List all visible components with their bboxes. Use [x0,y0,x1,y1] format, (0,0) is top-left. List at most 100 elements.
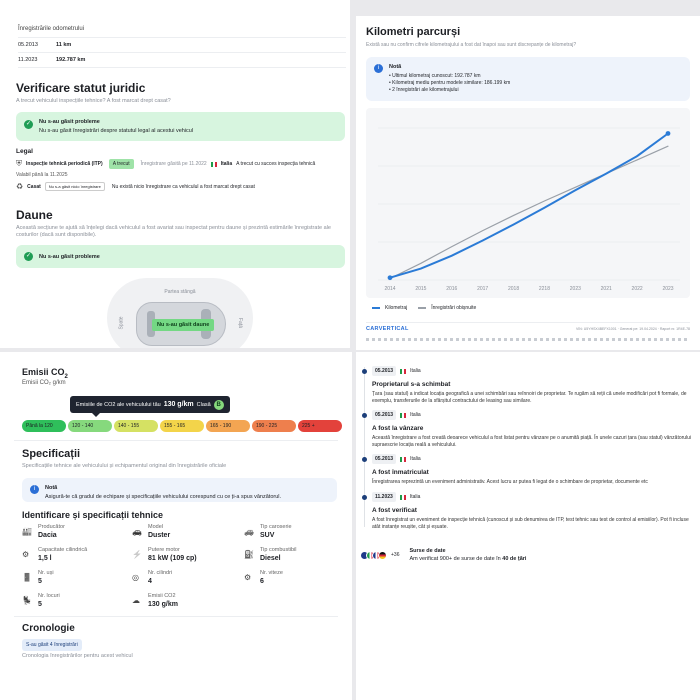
data-point [665,131,671,136]
event-title: A fost verificat [372,507,417,514]
info-icon: i [30,485,39,494]
mileage-chart: 2014 2015 2016 2017 2018 2218 2023 2021 2022 2023 [378,127,680,292]
seat-icon: 💺 [22,596,32,605]
event-description: A fost înregistrat un eveniment de inspe… [372,517,689,530]
gearbox-icon: ⚙ [244,573,252,582]
event-description: Înregistrarea reprezintă un eveniment ad… [372,479,648,485]
timeline-line [364,367,365,527]
timeline-dot [362,495,367,500]
odometer-title: Înregistrările odometrului [18,26,85,32]
spec-item: ⛽ Tip combustibil Diesel [244,547,297,562]
legend-swatch-odometer [372,307,380,309]
no-damage-badge: Nu s-au găsit daune [152,319,215,331]
legend-swatch-similar [418,307,427,309]
specs-note: i Notă Asigură-te că gradul de echipare … [22,478,337,502]
damage-title: Daune [16,208,53,222]
note-item: • Ultimul kilometraj cunoscut: 192.787 k… [389,73,481,79]
check-icon: ✓ [24,252,33,261]
italy-flag-icon [400,456,407,462]
event-title: Proprietarul s-a schimbat [372,381,451,388]
spec-item: 🚙 Tip caroserie SUV [244,524,292,539]
x-tick-label: 2018 [508,286,519,292]
data-point [387,275,393,281]
shield-icon: ⛨ [16,159,22,168]
damage-success-box: ✓ Nu s-au găsit probleme [16,245,345,268]
spec-item: 🚗 Model Duster [132,524,171,539]
emission-scale-segment: 120 - 140 [68,420,112,432]
x-tick-label: 2022 [632,286,643,292]
x-tick-label: 2218 [539,286,550,292]
emissions-tooltip: Emisiile de CO2 ale vehiculului tău 130 … [70,396,230,417]
spec-item: ☁ Emisii CO2 130 g/km [132,593,178,608]
legal-status-subtitle: A trecut vehiculul inspecțiile tehnice? … [16,98,171,104]
event-description: Țara (sau statul) a indicat locația geog… [372,391,687,404]
legal-success-box: ✓ Nu s-au găsit probleme Nu s-au găsit î… [16,112,345,141]
odometer-row: 11.2023 192.787 km [18,57,86,63]
car-body-icon: 🚙 [244,527,254,536]
records-found-badge: S-au găsit 4 înregistrări [22,639,82,651]
event-country: Italia [409,494,421,500]
event-date: 11.2023 [372,492,396,502]
emission-scale-segment: 190 - 225 [252,420,296,432]
event-title: A fost la vânzare [372,425,424,432]
sources-title: Surse de date [409,548,446,554]
data-sources: +36 Surse de date Am verificat 900+ de s… [360,548,526,562]
legal-success-text: Nu s-au găsit înregistrări despre statut… [39,128,194,134]
italy-flag-icon [399,494,406,500]
damage-subtitle: Această secțiune te ajută să înțelegi da… [16,225,331,238]
brand-logo: CARVERTICAL [366,326,409,332]
italy-flag-icon [400,412,407,418]
specs-panel: Emisii CO2 Emisii CO₂ g/km Emisiile de C… [0,352,352,700]
event-date: 05.2013 [372,410,397,420]
event-country: Italia [410,412,421,418]
cylinder-icon: ◎ [132,573,139,582]
emission-scale-segment: Până la 120 [22,420,66,432]
timeline-dot [362,457,367,462]
spec-item: ⚙ Nr. viteze 6 [244,570,283,585]
mileage-subtitle: Există sau nu confirm cifrele kilometraj… [366,42,577,48]
emission-scale-segment: 225 + [298,420,342,432]
spec-item: 🏭 Producător Dacia [22,524,65,539]
tooltip-arrow [92,413,100,417]
info-icon: i [374,64,383,73]
engine-icon: ⚙ [22,550,30,559]
chart-legend: Kilometraj Înregistrări obișnuite [372,305,476,311]
note-item: • 2 înregistrări ale kilometrajului [389,87,459,93]
spec-item: 💺 Nr. locuri 5 [22,593,60,608]
germany-flag-icon [378,550,387,560]
legal-success-title: Nu s-au găsit probleme [39,119,100,125]
chronology-subtitle: Cronologia înregistrărilor pentru acest … [22,653,133,659]
chronology-title: Cronologie [22,623,75,634]
event-country: Italia [410,368,421,374]
italy-flag-icon [400,368,407,374]
legal-damage-panel: Înregistrările odometrului 05.2013 11 km… [0,0,350,348]
footer-divider [366,338,690,341]
rear-label: Spate [118,316,125,330]
fuel-icon: ⛽ [244,550,254,559]
more-countries-count: +36 [391,552,400,558]
x-tick-label: 2015 [415,286,426,292]
casat-row: ♻ Casat Nu s-a găsit nicio înregistrare … [16,182,255,191]
damage-diagram: Partea stângă Spate Față Nu s-au găsit d… [107,278,253,348]
x-tick-label: 2016 [446,286,457,292]
identification-title: Identificare și specificații tehnice [22,510,164,520]
factory-icon: 🏭 [22,527,32,536]
emission-scale: Până la 120 120 - 140 140 - 155 155 - 165 16… [22,420,342,432]
sources-text: Am verificat 900+ de surse de date în 40… [409,556,527,562]
itp-valid-until: Valabil până la 11.2025 [16,172,68,178]
legal-section-label: Legal [16,148,33,155]
recycle-icon: ♻ [16,182,24,191]
car-icon: 🚗 [132,527,142,536]
mileage-chart-card: 2014 2015 2016 2017 2018 2218 2023 2021 2022 2023 [366,108,690,298]
timeline-panel: 05.2013 Italia Proprietarul s-a schimbat Ța… [356,352,700,700]
mileage-note: i Notă • Ultimul kilometraj cunoscut: 19… [366,57,690,101]
x-tick-label: 2014 [384,286,395,292]
x-tick-label: 2017 [477,286,488,292]
event-title: A fost înmatriculat [372,469,429,476]
itp-status-badge: A trecut [108,159,134,169]
event-country: Italia [410,456,421,462]
power-icon: ⚡ [132,550,142,559]
spec-item: ⚡ Putere motor 81 kW (109 cp) [132,547,197,562]
report-meta: VIN: U5YHSX4BEFX1001 · Generat pe: 19.04… [575,327,690,331]
timeline-dot [362,413,367,418]
